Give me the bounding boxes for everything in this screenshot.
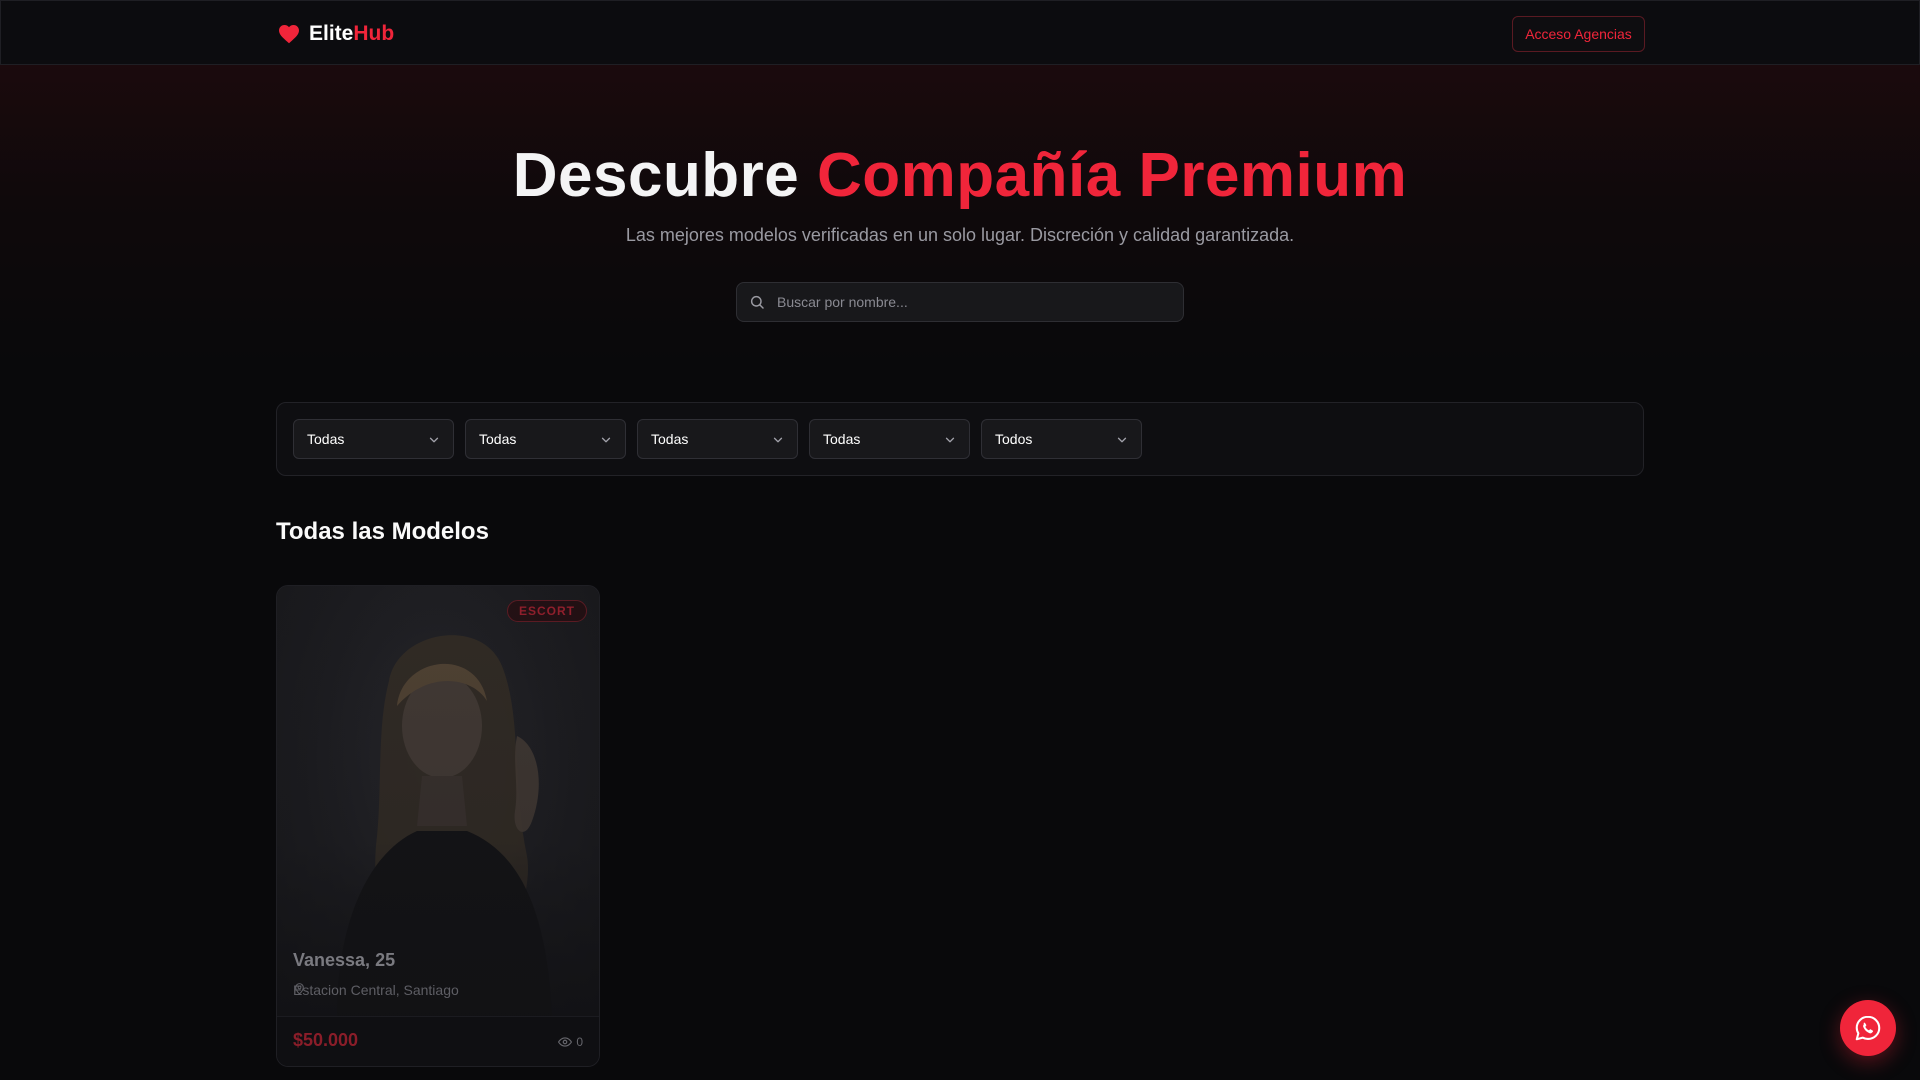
whatsapp-button[interactable]: [1840, 1000, 1896, 1056]
model-name: Vanessa, 25: [293, 950, 396, 970]
section-title: Todas las Modelos: [276, 518, 489, 545]
filter-value: Todas: [307, 431, 345, 447]
search-input[interactable]: [777, 283, 1177, 321]
search-icon: [750, 295, 764, 309]
hero-subtitle: Las mejores modelos verificadas en un so…: [625, 225, 1295, 245]
chevron-down-icon: [773, 437, 783, 443]
hero-title-main: Descubre: [512, 141, 800, 210]
chevron-down-icon: [429, 437, 439, 443]
model-price: $50.000: [293, 1030, 359, 1050]
filter-value: Todas: [479, 431, 517, 447]
filter-select-3[interactable]: Todas: [637, 419, 798, 459]
whatsapp-icon: [1855, 1015, 1881, 1041]
filter-select-5[interactable]: Todos: [981, 419, 1142, 459]
logo[interactable]: EliteHub: [277, 20, 394, 48]
filter-value: Todas: [651, 431, 689, 447]
heart-icon: [279, 25, 299, 44]
map-pin-icon: [295, 983, 304, 995]
logo-text-elite: Elite: [309, 22, 354, 45]
filter-value: Todas: [823, 431, 861, 447]
search-box[interactable]: [736, 282, 1184, 322]
top-header: EliteHub Acceso Agencias: [0, 0, 1920, 65]
app-root: EliteHub Acceso Agencias Descubre Compañ…: [0, 0, 1920, 1080]
view-count: 0: [558, 1035, 583, 1049]
model-card[interactable]: ESCORT Vanessa, 25 Estacion Central, San…: [276, 585, 600, 1067]
view-count-value: 0: [576, 1035, 583, 1049]
chevron-down-icon: [945, 437, 955, 443]
agency-access-button[interactable]: Acceso Agencias: [1512, 16, 1645, 52]
hero-title: Descubre Compañía Premium: [0, 140, 1920, 212]
model-photo[interactable]: ESCORT Vanessa, 25 Estacion Central, San…: [277, 586, 599, 1016]
hero-title-accent: Compañía Premium: [817, 141, 1408, 210]
filter-value: Todos: [995, 431, 1033, 447]
chevron-down-icon: [601, 437, 611, 443]
filter-panel: Todas Todas Todas Todas Todos: [276, 402, 1644, 476]
filter-select-4[interactable]: Todas: [809, 419, 970, 459]
eye-icon: [558, 1037, 573, 1047]
card-footer: $50.000 0: [277, 1016, 599, 1066]
model-location: Estacion Central, Santiago: [293, 982, 459, 998]
chevron-down-icon: [1117, 437, 1127, 443]
category-badge: ESCORT: [506, 600, 587, 622]
logo-text-hub: Hub: [353, 22, 395, 45]
model-location-text: Estacion Central, Santiago: [293, 982, 459, 998]
filter-select-2[interactable]: Todas: [465, 419, 626, 459]
filter-select-1[interactable]: Todas: [293, 419, 454, 459]
